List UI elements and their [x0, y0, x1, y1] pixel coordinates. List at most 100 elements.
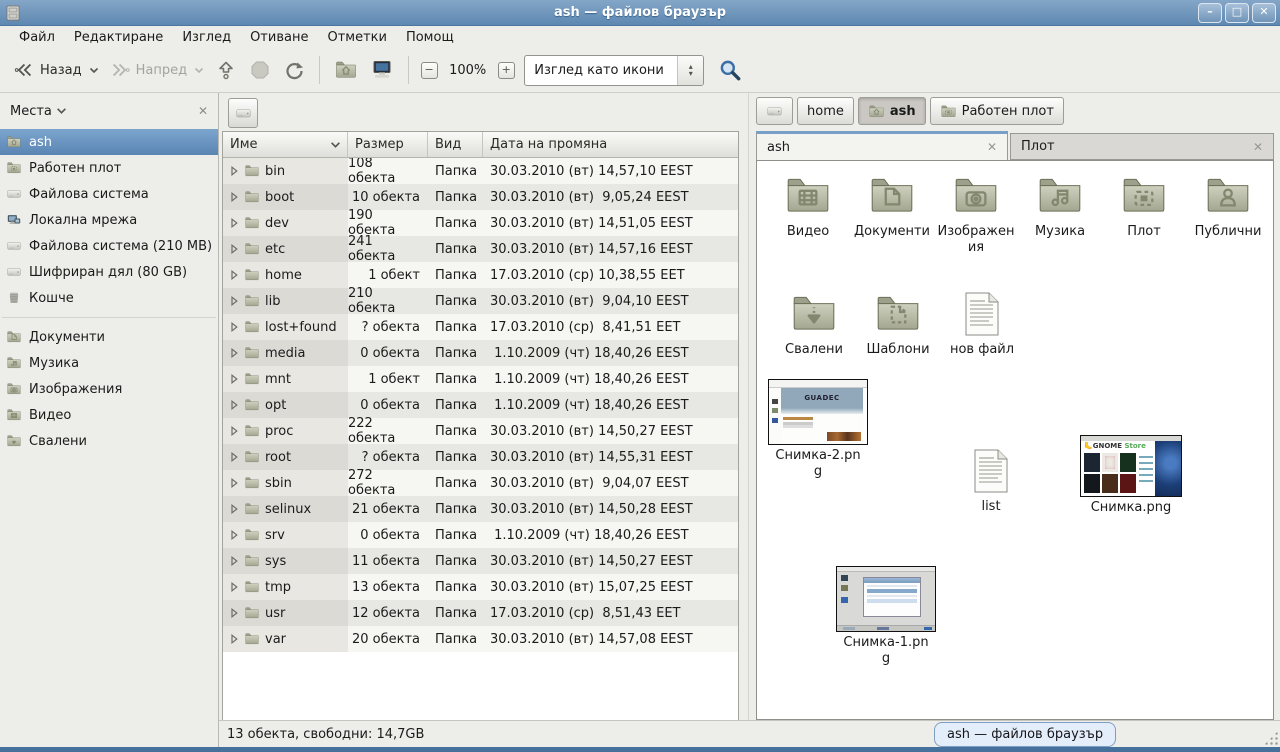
- column-header-size[interactable]: Размер: [348, 132, 428, 157]
- menu-item[interactable]: Изглед: [173, 28, 241, 47]
- path-desktop-button[interactable]: Работен плот: [930, 97, 1064, 125]
- expander-icon[interactable]: [229, 556, 239, 566]
- up-button[interactable]: [209, 54, 243, 86]
- sidebar-item[interactable]: Изображения: [0, 376, 218, 402]
- view-mode-select[interactable]: Изглед като икони ▴▾: [524, 55, 704, 86]
- expander-icon[interactable]: [229, 270, 239, 280]
- icon-view[interactable]: Видео Документи Изображения Музика Плот …: [756, 160, 1274, 720]
- column-header-name[interactable]: Име: [223, 132, 348, 157]
- icon-view-folder-item[interactable]: Музика: [1019, 171, 1101, 256]
- file-snimka2[interactable]: GUADEC Снимка-2.png: [767, 379, 869, 480]
- combo-spinner-icon[interactable]: ▴▾: [677, 56, 703, 85]
- expander-icon[interactable]: [229, 608, 239, 618]
- zoom-in-button[interactable]: +: [494, 58, 518, 82]
- menu-item[interactable]: Отметки: [318, 28, 396, 47]
- table-row[interactable]: tmp 13 обекта Папка 30.03.2010 (вт) 15,0…: [223, 574, 738, 600]
- table-row[interactable]: media 0 обекта Папка 1.10.2009 (чт) 18,4…: [223, 340, 738, 366]
- expander-icon[interactable]: [229, 166, 239, 176]
- table-row[interactable]: boot 10 обекта Папка 30.03.2010 (вт) 9,0…: [223, 184, 738, 210]
- table-row[interactable]: dev 190 обекта Папка 30.03.2010 (вт) 14,…: [223, 210, 738, 236]
- table-row[interactable]: lost+found ? обекта Папка 17.03.2010 (ср…: [223, 314, 738, 340]
- computer-button[interactable]: [364, 54, 400, 86]
- sidebar-item[interactable]: Файлова система (210 MB): [0, 233, 218, 259]
- expander-icon[interactable]: [229, 244, 239, 254]
- close-button[interactable]: ✕: [1252, 3, 1276, 23]
- tab-close-icon[interactable]: ✕: [987, 140, 997, 154]
- file-snimka[interactable]: 🦶GNOME Store Снимка.png: [1079, 435, 1183, 516]
- column-header-date[interactable]: Дата на промяна: [483, 132, 738, 157]
- downloads-folder-item[interactable]: Свалени: [773, 289, 855, 358]
- sidebar-item[interactable]: Файлова система: [0, 181, 218, 207]
- table-row[interactable]: opt 0 обекта Папка 1.10.2009 (чт) 18,40,…: [223, 392, 738, 418]
- expander-icon[interactable]: [229, 218, 239, 228]
- tab-ash[interactable]: ash ✕: [756, 131, 1008, 160]
- column-header-type[interactable]: Вид: [428, 132, 483, 157]
- home-button[interactable]: [328, 54, 364, 86]
- icon-view-folder-item[interactable]: Плот: [1103, 171, 1185, 256]
- expander-icon[interactable]: [229, 322, 239, 332]
- templates-folder-item[interactable]: Шаблони: [857, 289, 939, 358]
- expander-icon[interactable]: [229, 192, 239, 202]
- table-row[interactable]: sbin 272 обекта Папка 30.03.2010 (вт) 9,…: [223, 470, 738, 496]
- sidebar-item[interactable]: Локална мрежа: [0, 207, 218, 233]
- path-root-button[interactable]: [756, 97, 793, 125]
- new-file-item[interactable]: нов файл: [941, 289, 1023, 358]
- sidebar-item[interactable]: ash: [0, 129, 218, 155]
- sidebar-item[interactable]: Кошче: [0, 285, 218, 311]
- forward-button[interactable]: Напред: [104, 55, 209, 85]
- icon-view-folder-item[interactable]: Публични: [1187, 171, 1269, 256]
- table-row[interactable]: home 1 обект Папка 17.03.2010 (ср) 10,38…: [223, 262, 738, 288]
- search-button[interactable]: [712, 53, 748, 87]
- table-row[interactable]: var 20 обекта Папка 30.03.2010 (вт) 14,5…: [223, 626, 738, 652]
- titlebar[interactable]: ash — файлов браузър – □ ✕: [0, 0, 1280, 26]
- table-row[interactable]: mnt 1 обект Папка 1.10.2009 (чт) 18,40,2…: [223, 366, 738, 392]
- sidebar-item[interactable]: Документи: [0, 324, 218, 350]
- table-row[interactable]: sys 11 обекта Папка 30.03.2010 (вт) 14,5…: [223, 548, 738, 574]
- expander-icon[interactable]: [229, 400, 239, 410]
- menu-item[interactable]: Редактиране: [65, 28, 173, 47]
- table-row[interactable]: lib 210 обекта Папка 30.03.2010 (вт) 9,0…: [223, 288, 738, 314]
- sidebar-item[interactable]: Видео: [0, 402, 218, 428]
- resize-grip[interactable]: [1264, 731, 1278, 745]
- expander-icon[interactable]: [229, 452, 239, 462]
- expander-icon[interactable]: [229, 582, 239, 592]
- path-home-button[interactable]: home: [797, 97, 854, 125]
- sidebar-item[interactable]: Работен плот: [0, 155, 218, 181]
- tab-close-icon[interactable]: ✕: [1253, 140, 1263, 154]
- places-dropdown-chevron-icon[interactable]: [56, 107, 67, 115]
- zoom-out-button[interactable]: −: [417, 58, 441, 82]
- expander-icon[interactable]: [229, 426, 239, 436]
- minimize-button[interactable]: –: [1198, 3, 1222, 23]
- table-row[interactable]: etc 241 обекта Папка 30.03.2010 (вт) 14,…: [223, 236, 738, 262]
- expander-icon[interactable]: [229, 504, 239, 514]
- table-row[interactable]: proc 222 обекта Папка 30.03.2010 (вт) 14…: [223, 418, 738, 444]
- expander-icon[interactable]: [229, 478, 239, 488]
- menu-item[interactable]: Файл: [10, 28, 65, 47]
- file-list[interactable]: list: [957, 446, 1025, 515]
- back-button[interactable]: Назад: [8, 55, 104, 85]
- icon-view-folder-item[interactable]: Видео: [767, 171, 849, 256]
- icon-view-folder-item[interactable]: Документи: [851, 171, 933, 256]
- expander-icon[interactable]: [229, 374, 239, 384]
- path-current-button[interactable]: ash: [858, 97, 926, 125]
- sidebar-item[interactable]: Свалени: [0, 428, 218, 454]
- places-header[interactable]: Места: [10, 104, 52, 119]
- tab-plot[interactable]: Плот ✕: [1010, 133, 1274, 160]
- sidebar-close-icon[interactable]: ✕: [198, 104, 208, 118]
- table-row[interactable]: srv 0 обекта Папка 1.10.2009 (чт) 18,40,…: [223, 522, 738, 548]
- back-history-chevron-icon[interactable]: [89, 67, 99, 74]
- table-row[interactable]: root ? обекта Папка 30.03.2010 (вт) 14,5…: [223, 444, 738, 470]
- table-row[interactable]: bin 108 обекта Папка 30.03.2010 (вт) 14,…: [223, 158, 738, 184]
- menu-item[interactable]: Отиване: [241, 28, 318, 47]
- expander-icon[interactable]: [229, 348, 239, 358]
- expander-icon[interactable]: [229, 634, 239, 644]
- expander-icon[interactable]: [229, 296, 239, 306]
- menu-item[interactable]: Помощ: [397, 28, 464, 47]
- pane-location-button[interactable]: [228, 98, 258, 128]
- reload-button[interactable]: [277, 54, 311, 86]
- expander-icon[interactable]: [229, 530, 239, 540]
- file-snimka1[interactable]: Снимка-1.png: [835, 566, 937, 667]
- sidebar-item[interactable]: Музика: [0, 350, 218, 376]
- maximize-button[interactable]: □: [1225, 3, 1249, 23]
- stop-button[interactable]: [243, 54, 277, 86]
